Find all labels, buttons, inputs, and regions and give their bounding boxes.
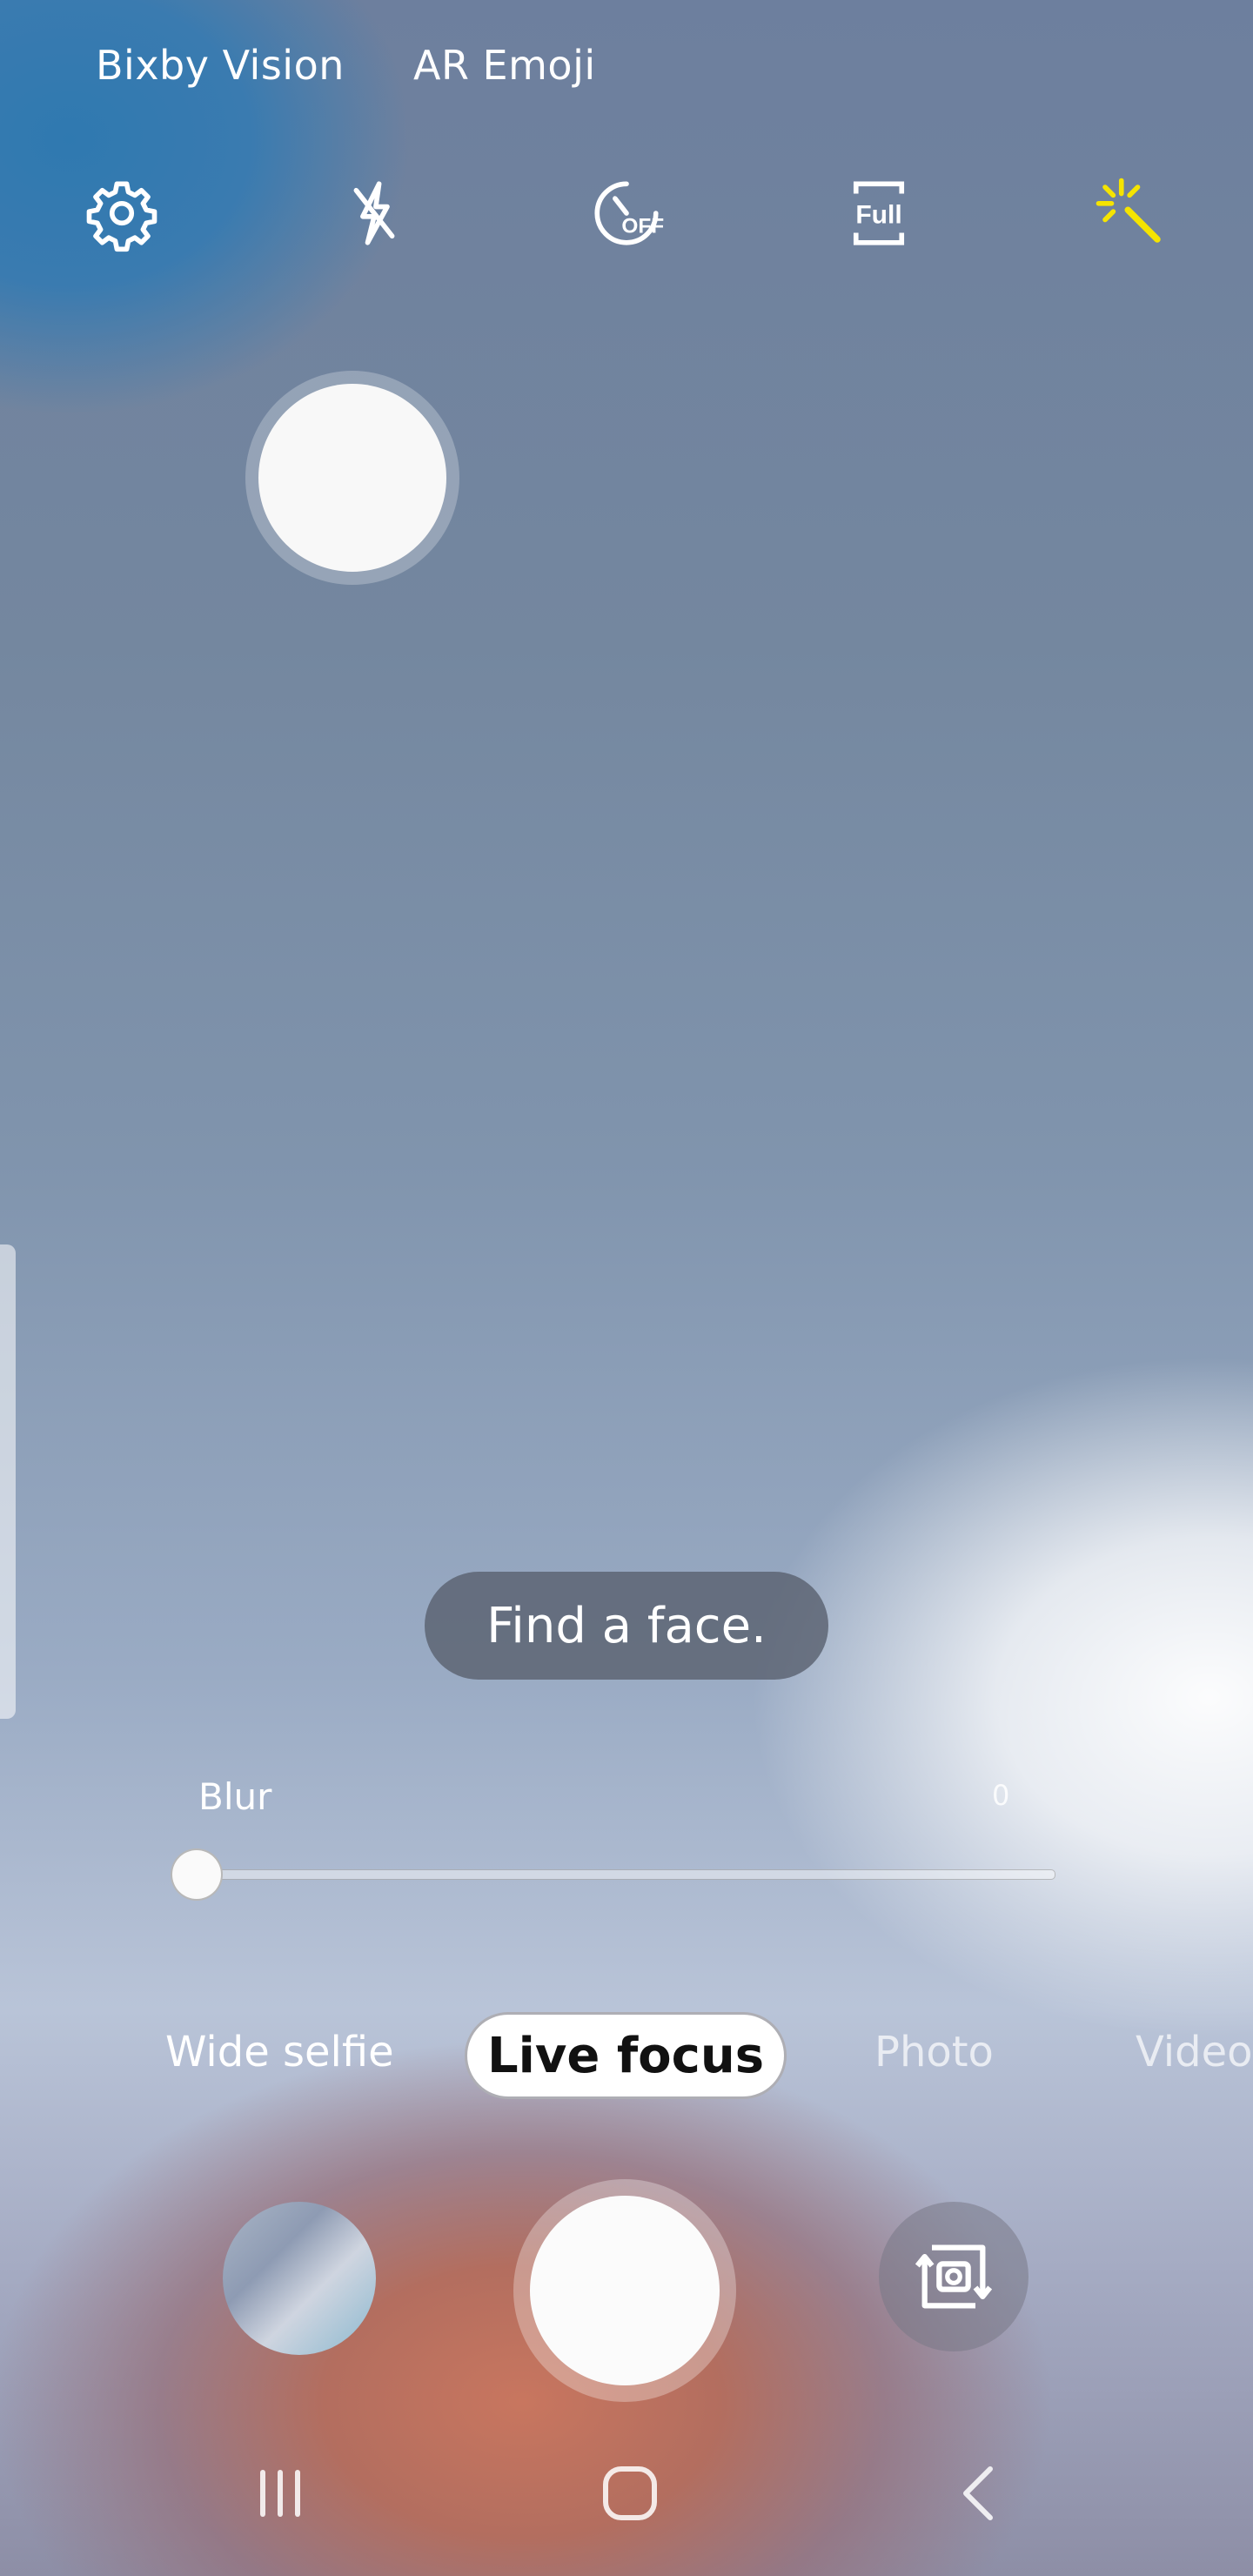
home-icon — [603, 2466, 657, 2520]
mode-photo[interactable]: Photo — [874, 2028, 994, 2076]
recent-apps-icon — [260, 2470, 300, 2517]
settings-button[interactable] — [78, 170, 165, 257]
timer-button[interactable]: OFF — [583, 170, 670, 257]
back-icon — [963, 2466, 993, 2520]
blur-label: Blur — [198, 1775, 272, 1818]
gear-icon — [86, 181, 157, 252]
back-button[interactable] — [928, 2454, 1032, 2532]
recent-apps-button[interactable] — [228, 2454, 332, 2532]
mode-wide-selfie[interactable]: Wide selfie — [165, 2028, 394, 2076]
home-button[interactable] — [578, 2454, 682, 2532]
ar-emoji-button[interactable]: AR Emoji — [413, 42, 596, 89]
flash-off-icon — [353, 181, 395, 245]
aspect-ratio-icon: Full — [853, 181, 905, 245]
timer-off-icon: OFF — [594, 181, 664, 245]
timer-off-label: OFF — [621, 215, 664, 238]
gallery-thumbnail-button[interactable] — [223, 2202, 376, 2355]
blur-slider-track[interactable] — [197, 1869, 1055, 1880]
floating-shutter-button[interactable] — [245, 371, 459, 585]
blur-slider-thumb[interactable] — [171, 1848, 223, 1901]
magic-wand-icon — [1096, 178, 1161, 243]
flash-button[interactable] — [331, 170, 418, 257]
mode-live-focus[interactable]: Live focus — [465, 2012, 787, 2099]
switch-camera-button[interactable] — [879, 2202, 1029, 2351]
floating-shutter-inner — [258, 384, 446, 572]
effects-button[interactable] — [1088, 170, 1175, 257]
aspect-ratio-label: Full — [855, 200, 901, 229]
shutter-button[interactable] — [513, 2179, 736, 2402]
shutter-inner — [530, 2196, 720, 2385]
aspect-ratio-button[interactable]: Full — [835, 170, 922, 257]
switch-camera-icon — [915, 2244, 993, 2309]
mode-video[interactable]: Video — [1136, 2028, 1252, 2076]
blur-value: 0 — [992, 1779, 1010, 1812]
find-face-toast: Find a face. — [425, 1572, 828, 1680]
edge-panel-handle[interactable] — [0, 1244, 16, 1719]
bixby-vision-button[interactable]: Bixby Vision — [96, 42, 345, 89]
